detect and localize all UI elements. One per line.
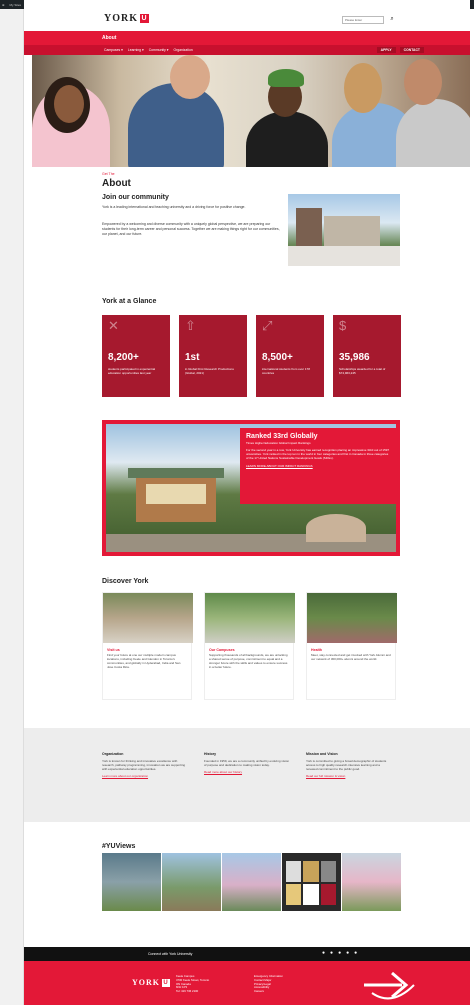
wordpress-icon[interactable]: ⊕ (2, 3, 5, 7)
youtube-icon[interactable]: ● (354, 950, 357, 956)
title-bar-label: About (102, 35, 117, 41)
gallery-photo[interactable] (162, 853, 221, 911)
stat-number: 8,200+ (108, 352, 139, 363)
search-input[interactable]: Please Enter (342, 16, 384, 24)
footer-address: Keele Campus 4700 Keele Street, Toronto … (176, 974, 209, 994)
connect-text: Connect with York University (148, 952, 193, 956)
upload-arrow-icon: ⇧ (185, 318, 196, 333)
ranking-body: For the second year in a row, York Unive… (246, 448, 390, 460)
stat-card: ⇧ 1st in Global First Research Productio… (179, 315, 247, 397)
hero-image (32, 55, 470, 167)
footer-links: Emergency Information Contact Major Priv… (254, 974, 283, 994)
campus-photo (288, 194, 400, 266)
intro-paragraph: Empowered by a welcoming and diverse com… (102, 222, 280, 236)
info-title: History (204, 752, 217, 756)
discover-heading: Discover York (102, 578, 149, 585)
info-column: Organization York is known for thinking … (102, 752, 188, 778)
contact-button[interactable]: CONTACT (399, 47, 424, 53)
facebook-icon[interactable]: ● (322, 950, 325, 956)
gallery-photo[interactable] (222, 853, 281, 911)
expand-icon: ⤢ (262, 318, 273, 333)
info-section (24, 728, 470, 822)
footer-logo-mark: U (162, 978, 170, 987)
page-title-bar: About (24, 31, 470, 45)
admin-item[interactable]: My Sites (10, 3, 22, 7)
discover-card[interactable]: Our Campuses Supporting thousands of all… (204, 592, 295, 700)
stat-card: $ 35,986 Scholarships awarded for a tota… (333, 315, 401, 397)
info-link[interactable]: Read our full mission & vision (306, 774, 392, 778)
cross-arrows-icon: ✕ (108, 318, 119, 333)
stat-number: 35,986 (339, 352, 370, 363)
card-body: Supporting thousands of all backgrounds,… (209, 653, 288, 669)
intro-heading: Join our community (102, 194, 169, 201)
intro-paragraph: York is a leading international and teac… (102, 205, 246, 209)
gallery-photo[interactable] (102, 853, 161, 911)
card-image (307, 593, 397, 643)
nav-learning[interactable]: Learning ▾ (128, 48, 144, 52)
card-image (103, 593, 193, 643)
stat-description: Scholarships awarded for a total of $74,… (339, 367, 386, 375)
info-body: York is known for thinking and innovativ… (102, 759, 186, 771)
york-logo[interactable]: YORK U (104, 13, 149, 24)
arrow-graphic-icon (364, 971, 415, 1000)
logo-mark: U (140, 14, 149, 23)
card-body: Find your future at one our multiple mod… (107, 653, 181, 669)
ranking-subtitle: Times Higher Education Global Impact Ran… (246, 441, 311, 445)
social-bar: Connect with York University ● ● ● ● ● (24, 947, 470, 961)
discover-card[interactable]: Health Meet, stay connected and get invo… (306, 592, 397, 700)
stat-card: ⤢ 8,500+ international students from ove… (256, 315, 324, 397)
page-title: About (102, 178, 131, 189)
sub-navigation: Campuses ▾ Learning ▾ Community ▾ Organi… (24, 45, 470, 55)
stat-description: in Global First Research Productions (Gl… (185, 367, 234, 375)
nav-community[interactable]: Community ▾ (149, 48, 169, 52)
ranking-info-box: Ranked 33rd Globally Times Higher Educat… (240, 428, 396, 504)
nav-campuses[interactable]: Campuses ▾ (104, 48, 123, 52)
card-title[interactable]: Health (307, 643, 395, 653)
yuviews-heading: #YUViews (102, 843, 136, 850)
nav-organization[interactable]: Organization (174, 48, 193, 52)
stat-description: students participated in experiential ed… (108, 367, 156, 375)
card-title[interactable]: Visit us (103, 643, 191, 653)
ranking-feature: Ranked 33rd Globally Times Higher Educat… (102, 420, 400, 556)
ranking-title: Ranked 33rd Globally (246, 433, 318, 440)
ranking-link[interactable]: LEARN MORE ABOUT OUR IMPACT RANKINGS (246, 464, 390, 468)
info-title: Mission and Vision (306, 752, 338, 756)
footer-logo[interactable]: YORK U (132, 978, 170, 987)
card-title[interactable]: Our Campuses (205, 643, 293, 653)
footer-link[interactable]: Careers (254, 989, 283, 994)
footer-logo-text: YORK (132, 978, 160, 987)
info-link[interactable]: Learn more about our organization (102, 774, 188, 778)
info-title: Organization (102, 752, 124, 756)
linkedin-icon[interactable]: ● (346, 950, 349, 956)
stat-number: 8,500+ (262, 352, 293, 363)
stat-description: international students from over 178 cou… (262, 367, 310, 375)
twitter-icon[interactable]: ● (330, 950, 333, 956)
gallery-photo[interactable] (282, 853, 341, 911)
logo-text: YORK (104, 13, 138, 24)
address-line: Tel: 416 736 2100 (176, 989, 199, 994)
search-icon[interactable]: ⌕ (388, 15, 396, 23)
info-column: Mission and Vision York is committed to … (306, 752, 392, 778)
dollar-icon: $ (339, 318, 347, 333)
info-link[interactable]: Read more about our history (204, 770, 290, 774)
card-body: Meet, stay connected and get involved wi… (311, 653, 391, 661)
breadcrumb[interactable]: Get The (102, 172, 115, 176)
admin-sidebar (0, 0, 24, 1005)
card-image (205, 593, 295, 643)
info-body: Founded in 1959, we are a community unif… (204, 759, 290, 767)
site-header: YORK U Please Enter ⌕ (24, 9, 470, 31)
glance-heading: York at a Glance (102, 298, 157, 305)
stat-number: 1st (185, 352, 200, 363)
discover-card[interactable]: Visit us Find your future at one our mul… (102, 592, 193, 700)
site-footer: YORK U Keele Campus 4700 Keele Street, T… (24, 961, 470, 1005)
stat-card: ✕ 8,200+ students participated in experi… (102, 315, 170, 397)
apply-button[interactable]: APPLY (376, 47, 396, 53)
gallery-photo[interactable] (342, 853, 401, 911)
info-column: History Founded in 1959, we are a commun… (204, 752, 290, 774)
instagram-icon[interactable]: ● (338, 950, 341, 956)
page: YORK U Please Enter ⌕ About Campuses ▾ L… (24, 0, 470, 1005)
info-body: York is committed to giving a broad demo… (306, 759, 387, 771)
